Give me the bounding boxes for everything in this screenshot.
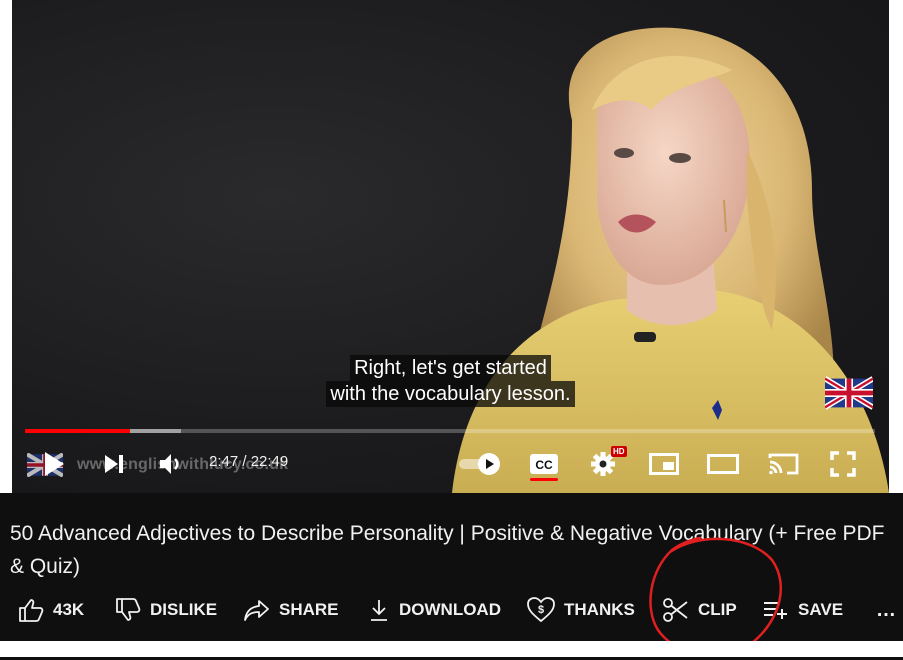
caption-line-1: Right, let's get started xyxy=(350,355,551,381)
more-actions-button[interactable]: … xyxy=(876,593,896,627)
svg-text:$: $ xyxy=(538,604,544,616)
caption-line-2: with the vocabulary lesson. xyxy=(326,381,575,407)
clip-button[interactable]: CLIP xyxy=(663,593,737,627)
fullscreen-button[interactable] xyxy=(828,449,858,479)
scissors-icon xyxy=(663,598,688,622)
like-count: 43K xyxy=(53,600,85,619)
time-display: 2:47 / 22:49 xyxy=(209,453,289,470)
thanks-label: THANKS xyxy=(564,600,635,619)
more-icon: … xyxy=(876,598,896,621)
dislike-button[interactable]: DISLIKE xyxy=(115,593,217,627)
fullscreen-icon xyxy=(830,451,856,477)
video-frame xyxy=(452,27,889,493)
like-icon xyxy=(19,599,44,622)
play-icon xyxy=(45,452,64,476)
theater-mode-button[interactable] xyxy=(706,450,740,478)
left-margin xyxy=(0,0,12,493)
share-label: SHARE xyxy=(279,600,339,619)
hd-badge: HD xyxy=(611,446,627,457)
video-title: 50 Advanced Adjectives to Describe Perso… xyxy=(10,522,885,578)
svg-text:CC: CC xyxy=(535,458,553,472)
download-button[interactable]: DOWNLOAD xyxy=(368,593,501,627)
miniplayer-button[interactable] xyxy=(648,450,680,478)
save-label: SAVE xyxy=(798,600,844,619)
clip-label: CLIP xyxy=(698,600,737,619)
subtitle-caption: Right, let's get started with the vocabu… xyxy=(12,355,889,407)
cast-button[interactable] xyxy=(767,450,801,478)
next-icon xyxy=(105,455,123,473)
share-button[interactable]: SHARE xyxy=(244,593,339,627)
page-bottom-edge xyxy=(0,641,903,657)
dislike-label: DISLIKE xyxy=(150,600,218,619)
save-playlist-icon xyxy=(764,602,787,619)
subtitles-button[interactable]: CC xyxy=(527,450,561,478)
autoplay-toggle[interactable] xyxy=(458,451,502,477)
download-icon xyxy=(371,600,387,621)
share-icon xyxy=(244,600,269,621)
cc-icon: CC xyxy=(530,454,558,474)
progress-bar[interactable] xyxy=(25,429,875,433)
uk-flag-logo xyxy=(825,376,873,410)
video-player[interactable]: Right, let's get started with the vocabu… xyxy=(12,0,889,493)
miniplayer-icon xyxy=(649,453,679,475)
save-button[interactable]: SAVE xyxy=(763,593,843,627)
cast-icon xyxy=(768,453,799,475)
autoplay-toggle-icon xyxy=(459,453,500,475)
right-margin xyxy=(889,0,903,493)
theater-icon xyxy=(707,454,739,474)
like-button[interactable]: 43K xyxy=(18,593,84,627)
thanks-icon: $ xyxy=(527,597,555,623)
next-button[interactable] xyxy=(100,450,128,478)
play-button[interactable] xyxy=(40,449,68,479)
cc-active-indicator xyxy=(530,478,558,481)
volume-icon xyxy=(160,454,179,474)
played-bar xyxy=(25,429,130,433)
download-label: DOWNLOAD xyxy=(399,600,501,619)
dislike-icon xyxy=(116,598,141,621)
volume-button[interactable] xyxy=(157,450,185,478)
thanks-button[interactable]: $ THANKS xyxy=(527,593,635,627)
